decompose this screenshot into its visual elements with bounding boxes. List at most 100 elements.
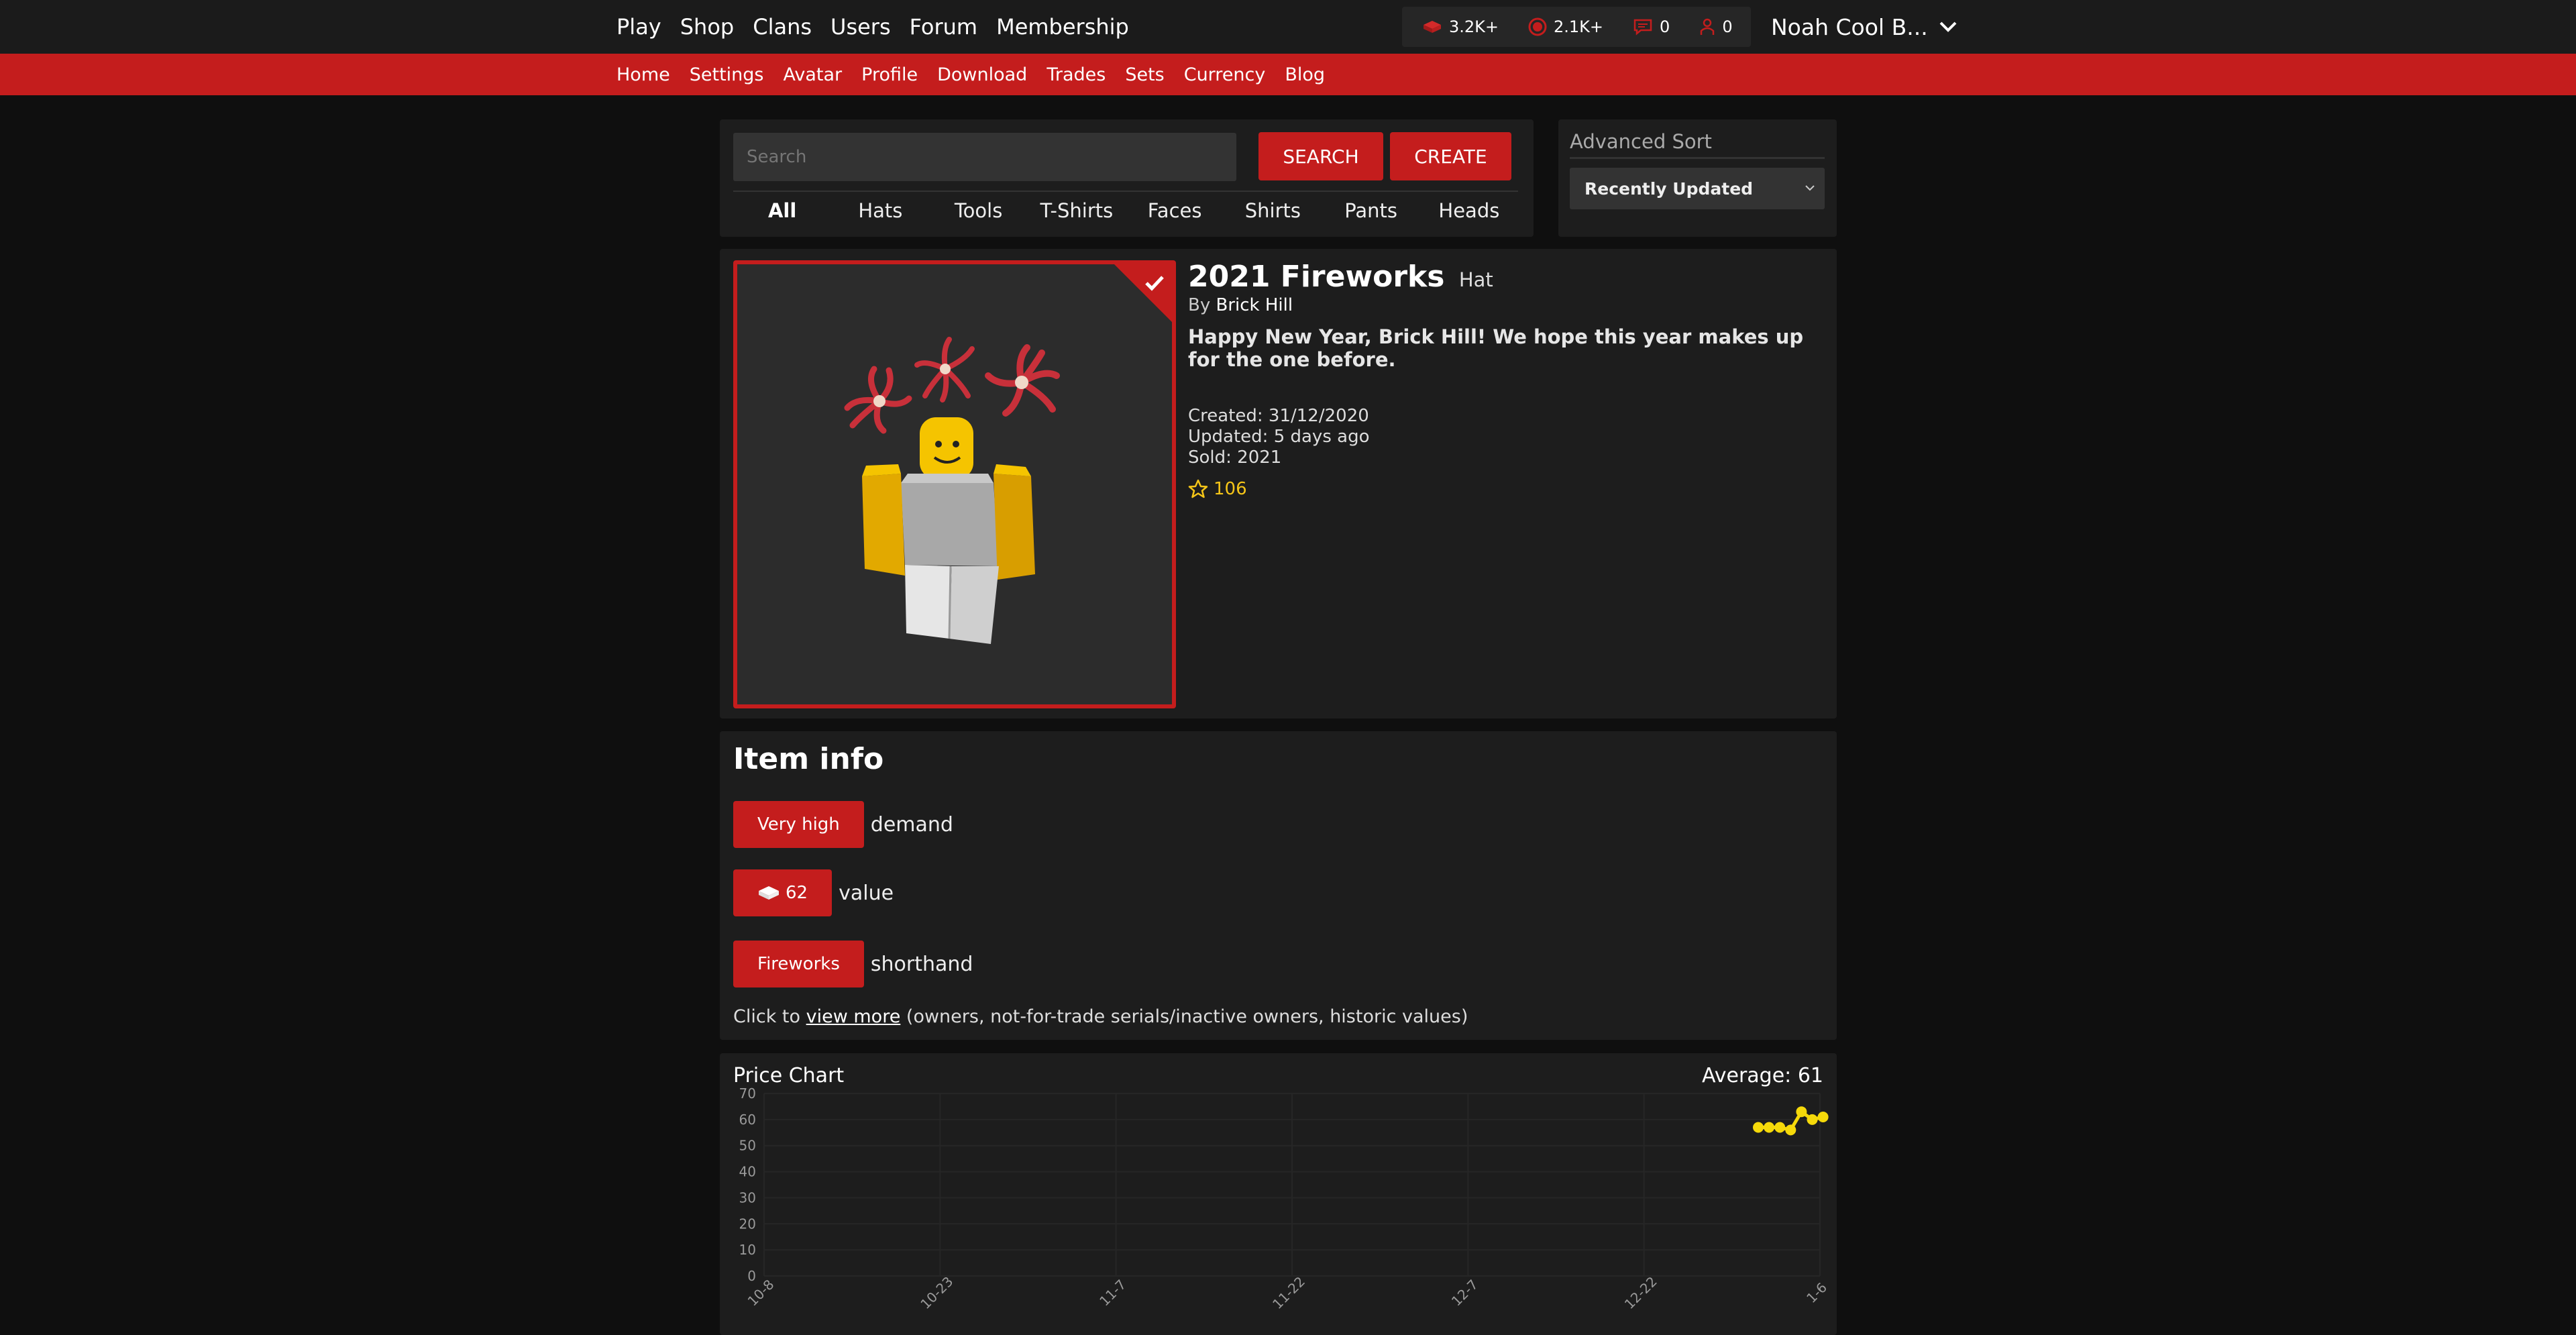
avatar-left-arm: [862, 474, 905, 576]
messages-count: 0: [1660, 17, 1670, 36]
friend-requests-count: 0: [1722, 17, 1733, 36]
tab-faces[interactable]: Faces: [1126, 192, 1224, 228]
shorthand-row: Fireworks shorthand: [733, 941, 973, 987]
item-title: 2021 Fireworks Hat: [1188, 260, 1493, 294]
x-tick-label: 11-22: [1269, 1273, 1308, 1312]
tab-hats[interactable]: Hats: [831, 192, 929, 228]
shorthand-label: shorthand: [870, 952, 973, 976]
subnav-download[interactable]: Download: [937, 64, 1027, 85]
top-navbar: Play Shop Clans Users Forum Membership 3…: [0, 0, 2576, 54]
price-point: [1785, 1124, 1796, 1136]
item-info-title: Item info: [733, 742, 884, 776]
avatar-right-leg: [949, 566, 999, 644]
tab-all[interactable]: All: [733, 192, 831, 228]
search-button[interactable]: SEARCH: [1258, 132, 1383, 180]
sub-navbar: Home Settings Avatar Profile Download Tr…: [0, 54, 2576, 95]
subnav-trades[interactable]: Trades: [1046, 64, 1106, 85]
firework-right: [985, 344, 1060, 417]
price-point: [1796, 1106, 1807, 1118]
x-tick-label: 12-7: [1448, 1277, 1481, 1310]
demand-label: demand: [870, 812, 953, 837]
bucks-icon: [1528, 17, 1547, 36]
chevron-down-icon: [1939, 21, 1957, 32]
advanced-sort-panel: Advanced Sort Recently Updated: [1558, 119, 1837, 237]
price-point: [1817, 1111, 1829, 1122]
price-point: [1774, 1122, 1786, 1133]
messages-stat[interactable]: 0: [1633, 17, 1670, 36]
bricks-stat[interactable]: 3.2K+: [1422, 17, 1499, 36]
subnav-settings[interactable]: Settings: [690, 64, 764, 85]
view-more-prefix: Click to: [733, 1006, 801, 1027]
nav-forum[interactable]: Forum: [910, 14, 977, 40]
shorthand-badge: Fireworks: [733, 941, 864, 987]
firework-left: [844, 366, 912, 434]
chart-title: Price Chart: [733, 1064, 845, 1087]
price-chart-panel: 0 10 20 30 40 50 60 70 10-8 10-23 11-7 11-22 12-7 12-…: [720, 1053, 1837, 1335]
avatar-head: [920, 417, 973, 479]
tab-tools[interactable]: Tools: [930, 192, 1028, 228]
subnav-avatar[interactable]: Avatar: [783, 64, 842, 85]
item-details-panel: 2021 Fireworks Hat By Brick Hill Happy N…: [720, 249, 1837, 718]
y-tick-label: 60: [739, 1112, 756, 1128]
shop-search-panel: SEARCH CREATE All Hats Tools T-Shirts Fa…: [720, 119, 1534, 237]
item-type: Hat: [1458, 268, 1493, 291]
sold-count: Sold: 2021: [1188, 447, 1282, 468]
nav-shop[interactable]: Shop: [680, 14, 734, 40]
messages-icon: [1633, 19, 1652, 36]
demand-badge: Very high: [733, 801, 864, 848]
main-nav: Play Shop Clans Users Forum Membership: [616, 0, 1148, 54]
x-tick-label: 1-6: [1803, 1279, 1830, 1306]
create-button[interactable]: CREATE: [1390, 132, 1511, 180]
category-tabs: All Hats Tools T-Shirts Faces Shirts Pan…: [733, 191, 1518, 228]
value-amount: 62: [786, 883, 808, 903]
created-date: Created: 31/12/2020: [1188, 406, 1369, 426]
check-icon: [1145, 276, 1164, 291]
advanced-sort-title: Advanced Sort: [1570, 130, 1825, 159]
price-point: [1753, 1122, 1764, 1133]
y-tick-label: 40: [739, 1164, 756, 1180]
x-tick-label: 11-7: [1096, 1277, 1129, 1310]
subnav-blog[interactable]: Blog: [1285, 64, 1325, 85]
value-label: value: [839, 881, 894, 905]
subnav-home[interactable]: Home: [616, 64, 670, 85]
creator-link[interactable]: Brick Hill: [1216, 295, 1293, 315]
item-thumbnail: [733, 260, 1176, 708]
chart-average: Average: 61: [1701, 1064, 1823, 1087]
subnav-profile[interactable]: Profile: [861, 64, 918, 85]
subnav-sets[interactable]: Sets: [1125, 64, 1164, 85]
view-more-line: Click to view more (owners, not-for-trad…: [733, 1006, 1468, 1027]
nav-clans[interactable]: Clans: [753, 14, 812, 40]
item-meta: Created: 31/12/2020 Updated: 5 days ago …: [1188, 406, 1369, 468]
tab-pants[interactable]: Pants: [1322, 192, 1420, 228]
nav-membership[interactable]: Membership: [996, 14, 1129, 40]
favorite-count: 106: [1214, 479, 1247, 499]
view-more-link[interactable]: view more: [806, 1006, 901, 1027]
sub-nav: Home Settings Avatar Profile Download Tr…: [616, 54, 1344, 95]
item-avatar-render: [844, 337, 1060, 644]
favorite-button[interactable]: 106: [1188, 479, 1247, 499]
nav-play[interactable]: Play: [616, 14, 661, 40]
sort-select[interactable]: Recently Updated: [1570, 168, 1825, 209]
nav-users[interactable]: Users: [830, 14, 891, 40]
tab-t-shirts[interactable]: T-Shirts: [1028, 192, 1126, 228]
y-tick-label: 10: [739, 1242, 756, 1258]
tab-heads[interactable]: Heads: [1420, 192, 1518, 228]
search-input[interactable]: [733, 133, 1236, 181]
avatar-right-arm: [994, 474, 1035, 580]
updated-date: Updated: 5 days ago: [1188, 427, 1370, 447]
y-tick-label: 50: [739, 1138, 756, 1154]
firework-center: [914, 337, 975, 403]
item-description: Happy New Year, Brick Hill! We hope this…: [1188, 325, 1804, 371]
bucks-stat[interactable]: 2.1K+: [1528, 17, 1603, 36]
y-tick-label: 70: [739, 1085, 756, 1102]
friends-stat[interactable]: 0: [1699, 17, 1733, 36]
view-more-suffix: (owners, not-for-trade serials/inactive …: [906, 1006, 1468, 1027]
item-creator-line: By Brick Hill: [1188, 295, 1293, 315]
item-name: 2021 Fireworks: [1188, 260, 1445, 294]
subnav-currency[interactable]: Currency: [1184, 64, 1266, 85]
tab-shirts[interactable]: Shirts: [1224, 192, 1322, 228]
value-badge: 62: [733, 869, 833, 916]
user-menu[interactable]: Noah Cool B...: [1771, 0, 1957, 54]
by-prefix: By: [1188, 295, 1211, 315]
y-tick-label: 30: [739, 1189, 756, 1206]
